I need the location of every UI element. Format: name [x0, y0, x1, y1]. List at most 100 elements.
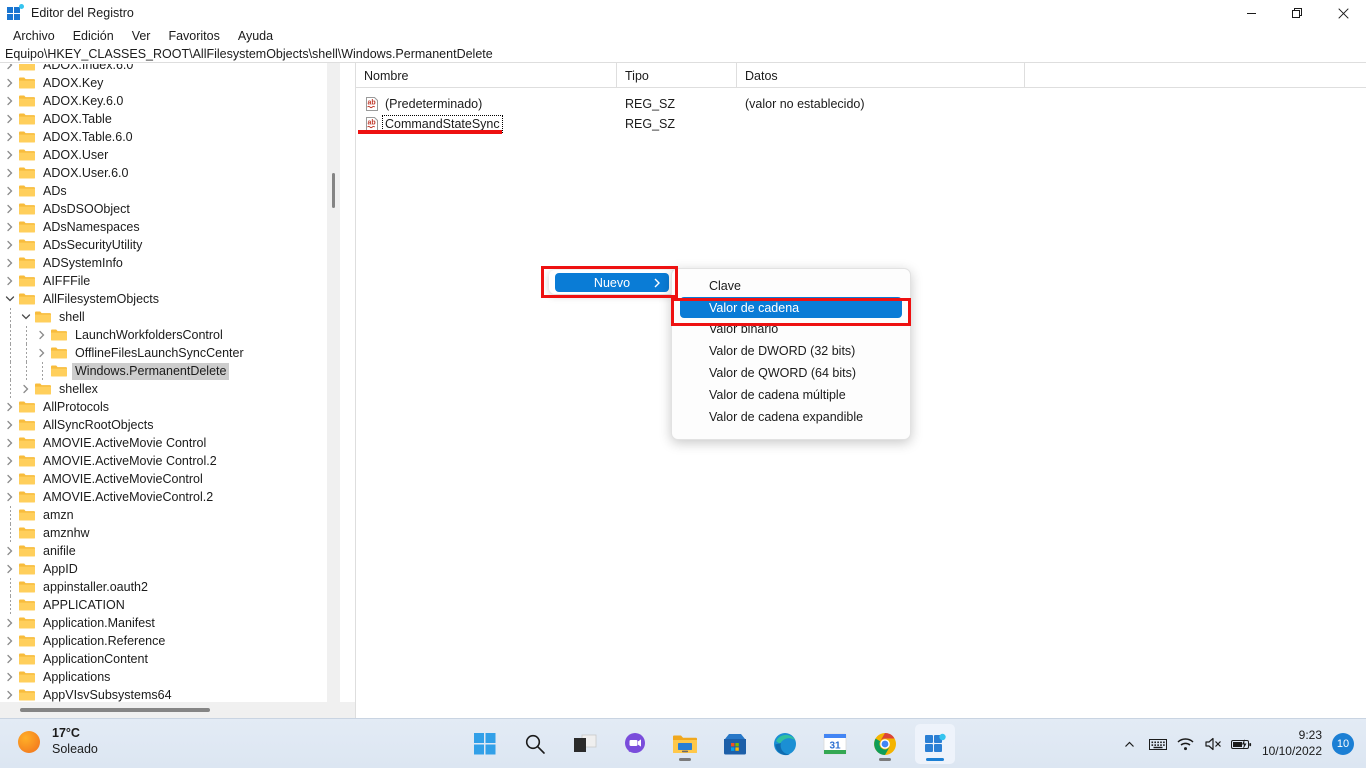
chevron-right-icon[interactable]: [2, 128, 18, 146]
tree-item[interactable]: ADOX.Index.6.0: [2, 64, 338, 74]
tree-item[interactable]: AMOVIE.ActiveMovieControl: [2, 470, 338, 488]
keyboard-icon[interactable]: [1144, 719, 1172, 768]
context-menu-nuevo[interactable]: Nuevo: [549, 270, 675, 294]
taskbar-microsoft-store-icon[interactable]: [715, 724, 755, 764]
clock[interactable]: 9:23 10/10/2022: [1256, 719, 1332, 768]
tree-item[interactable]: ApplicationContent: [2, 650, 338, 668]
battery-charging-icon[interactable]: [1228, 719, 1256, 768]
tree-item[interactable]: AppID: [2, 560, 338, 578]
menu-item-ver[interactable]: Ver: [123, 28, 160, 44]
tree-item[interactable]: ADOX.Table.6.0: [2, 128, 338, 146]
chevron-right-icon[interactable]: [2, 164, 18, 182]
context-menu-item[interactable]: Clave: [672, 275, 910, 297]
chevron-down-icon[interactable]: [18, 308, 34, 326]
chevron-right-icon[interactable]: [2, 74, 18, 92]
taskbar-calendar-icon[interactable]: 31: [815, 724, 855, 764]
chevron-right-icon[interactable]: [18, 380, 34, 398]
tree-item[interactable]: AllFilesystemObjects: [2, 290, 338, 308]
chevron-down-icon[interactable]: [2, 290, 18, 308]
tree-item[interactable]: ADOX.User: [2, 146, 338, 164]
tree-item[interactable]: amznhw: [2, 524, 338, 542]
tree-item[interactable]: Applications: [2, 668, 338, 686]
tree-vertical-scrollbar[interactable]: [327, 63, 340, 703]
chevron-right-icon[interactable]: [34, 344, 50, 362]
tree-item[interactable]: shellex: [2, 380, 338, 398]
tree-item[interactable]: Application.Manifest: [2, 614, 338, 632]
close-button[interactable]: [1320, 0, 1366, 26]
tree-item[interactable]: OfflineFilesLaunchSyncCenter: [2, 344, 338, 362]
chevron-right-icon[interactable]: [2, 92, 18, 110]
menu-item-ayuda[interactable]: Ayuda: [229, 28, 282, 44]
menu-item-favoritos[interactable]: Favoritos: [159, 28, 228, 44]
chevron-right-icon[interactable]: [2, 146, 18, 164]
tree-item[interactable]: amzn: [2, 506, 338, 524]
chevron-right-icon[interactable]: [2, 64, 18, 74]
speaker-muted-icon[interactable]: [1200, 719, 1228, 768]
chevron-right-icon[interactable]: [2, 434, 18, 452]
tree-item[interactable]: LaunchWorkfoldersControl: [2, 326, 338, 344]
menu-item-archivo[interactable]: Archivo: [4, 28, 64, 44]
taskbar-chrome-icon[interactable]: [865, 724, 905, 764]
tree-item[interactable]: AMOVIE.ActiveMovie Control: [2, 434, 338, 452]
tree-horizontal-scrollbar[interactable]: [0, 702, 355, 718]
tree-item[interactable]: ADSystemInfo: [2, 254, 338, 272]
chevron-right-icon[interactable]: [2, 254, 18, 272]
tree-item[interactable]: AllSyncRootObjects: [2, 416, 338, 434]
chevron-right-icon[interactable]: [2, 542, 18, 560]
chevron-right-icon[interactable]: [2, 218, 18, 236]
column-header-datos[interactable]: Datos: [737, 63, 1025, 88]
column-header-tipo[interactable]: Tipo: [617, 63, 737, 88]
tree-item[interactable]: anifile: [2, 542, 338, 560]
chevron-right-icon[interactable]: [2, 398, 18, 416]
chevron-right-icon[interactable]: [2, 650, 18, 668]
menu-item-edición[interactable]: Edición: [64, 28, 123, 44]
context-menu-item[interactable]: Valor de QWORD (64 bits): [672, 362, 910, 384]
restore-button[interactable]: [1274, 0, 1320, 26]
taskbar-edge-icon[interactable]: [765, 724, 805, 764]
address-bar[interactable]: Equipo\HKEY_CLASSES_ROOT\AllFilesystemOb…: [0, 45, 1366, 63]
taskbar-start-icon[interactable]: [465, 724, 505, 764]
context-menu-item[interactable]: Valor de DWORD (32 bits): [672, 340, 910, 362]
value-row[interactable]: ab (Predeterminado) REG_SZ (valor no establ…: [356, 94, 1366, 114]
notification-badge[interactable]: 10: [1332, 733, 1354, 755]
tree-item[interactable]: ADOX.Key.6.0: [2, 92, 338, 110]
chevron-right-icon[interactable]: [2, 470, 18, 488]
chevron-right-icon[interactable]: [2, 182, 18, 200]
tree-horizontal-scrollbar-thumb[interactable]: [20, 708, 210, 712]
context-menu-item[interactable]: Valor de cadena múltiple: [672, 384, 910, 406]
chevron-right-icon[interactable]: [2, 560, 18, 578]
chevron-right-icon[interactable]: [2, 488, 18, 506]
tree-item[interactable]: ADOX.Key: [2, 74, 338, 92]
tree-item[interactable]: Application.Reference: [2, 632, 338, 650]
taskbar-registry-editor-icon[interactable]: [915, 724, 955, 764]
tree-item[interactable]: ADsDSOObject: [2, 200, 338, 218]
context-menu-item[interactable]: Valor binario: [672, 318, 910, 340]
minimize-button[interactable]: [1228, 0, 1274, 26]
tree-item[interactable]: shell: [2, 308, 338, 326]
chevron-right-icon[interactable]: [2, 272, 18, 290]
chevron-right-icon[interactable]: [2, 200, 18, 218]
chevron-right-icon[interactable]: [2, 236, 18, 254]
chevron-right-icon[interactable]: [2, 614, 18, 632]
taskbar-task-view-icon[interactable]: [565, 724, 605, 764]
tree-vertical-scrollbar-thumb[interactable]: [332, 173, 335, 208]
taskbar-search-icon[interactable]: [515, 724, 555, 764]
context-menu-submenu[interactable]: Clave Valor de cadena Valor binario Valor d…: [671, 268, 911, 440]
tree-item[interactable]: APPLICATION: [2, 596, 338, 614]
chevron-right-icon[interactable]: [2, 110, 18, 128]
taskbar-chat-icon[interactable]: [615, 724, 655, 764]
chevron-right-icon[interactable]: [2, 632, 18, 650]
tree-item[interactable]: AllProtocols: [2, 398, 338, 416]
tree-item[interactable]: ADOX.Table: [2, 110, 338, 128]
context-menu-nuevo-highlight[interactable]: Nuevo: [555, 273, 669, 292]
tree-item[interactable]: ADOX.User.6.0: [2, 164, 338, 182]
taskbar-file-explorer-icon[interactable]: [665, 724, 705, 764]
tree-item[interactable]: ADsNamespaces: [2, 218, 338, 236]
tree-item[interactable]: AIFFFile: [2, 272, 338, 290]
column-header-nombre[interactable]: Nombre: [356, 63, 617, 88]
value-row[interactable]: ab CommandStateSync REG_SZ: [356, 114, 1366, 134]
context-menu-item[interactable]: Valor de cadena expandible: [672, 406, 910, 428]
tree-item[interactable]: ADs: [2, 182, 338, 200]
tree-item[interactable]: ADsSecurityUtility: [2, 236, 338, 254]
chevron-up-icon[interactable]: [1116, 719, 1144, 768]
